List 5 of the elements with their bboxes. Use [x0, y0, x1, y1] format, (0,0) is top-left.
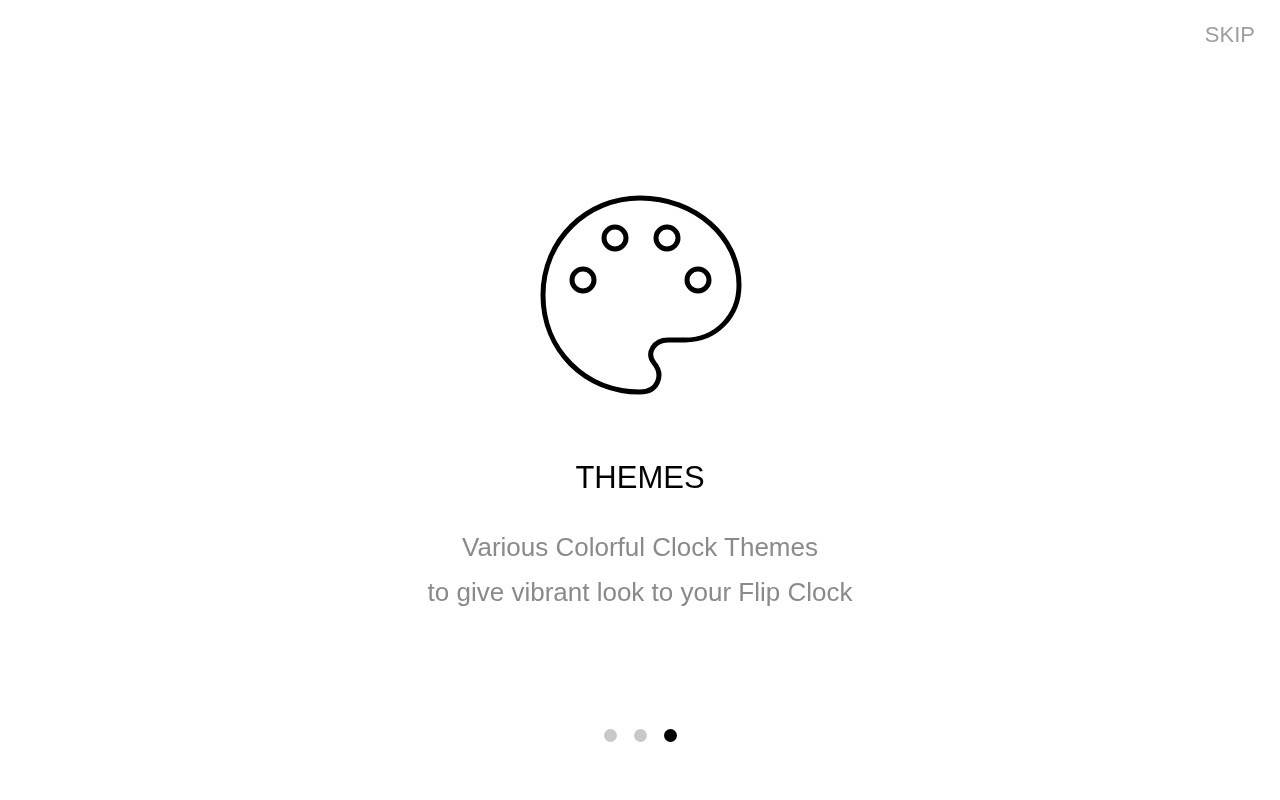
slide-description: Various Colorful Clock Themes: [462, 531, 818, 564]
skip-button[interactable]: SKIP: [1203, 20, 1256, 50]
slide-title: THEMES: [575, 460, 705, 496]
palette-icon: [538, 193, 742, 397]
slide-description: to give vibrant look to your Flip Clock: [427, 576, 853, 609]
